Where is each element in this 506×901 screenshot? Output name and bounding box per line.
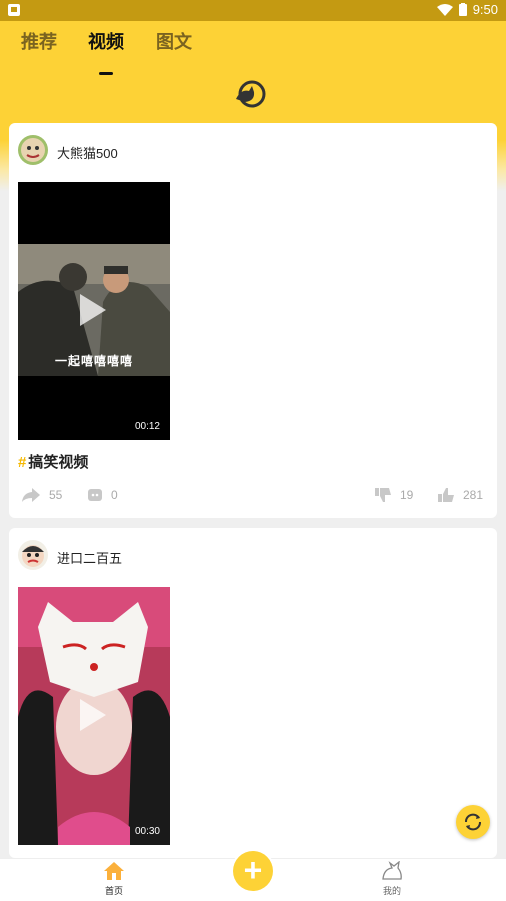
hashtag-label: 搞笑视频 <box>28 454 89 471</box>
avatar[interactable] <box>18 135 48 165</box>
thumbs-down-icon <box>375 488 391 502</box>
home-icon <box>104 862 124 880</box>
video-duration: 00:12 <box>134 421 160 432</box>
dislike-button[interactable]: 19 <box>374 487 413 503</box>
share-count: 55 <box>49 488 63 502</box>
status-time: 9:50 <box>472 2 498 17</box>
status-bar: 9:50 <box>0 0 506 21</box>
comment-button[interactable]: 0 <box>87 487 118 503</box>
notification-icon <box>8 4 20 16</box>
post-card[interactable]: 大熊猫500 一起嘻嘻嘻嘻 00:12 # 搞笑视频 55 0 19 281 <box>9 123 497 518</box>
tab-recommend[interactable]: 推荐 <box>21 28 57 54</box>
tab-image-text[interactable]: 图文 <box>156 28 192 54</box>
nav-profile[interactable]: 我的 <box>362 860 422 897</box>
refresh-icon <box>465 813 481 831</box>
play-icon[interactable] <box>80 699 106 731</box>
cat-logo-icon <box>236 80 266 108</box>
hashtag-icon: # <box>18 454 27 471</box>
video-thumbnail[interactable]: 00:30 <box>18 587 170 845</box>
hashtag-topic[interactable]: # 搞笑视频 <box>18 451 88 472</box>
nav-home-label: 首页 <box>104 886 123 896</box>
play-icon[interactable] <box>80 294 106 326</box>
video-caption: 一起嘻嘻嘻嘻 <box>54 354 133 368</box>
username[interactable]: 进口二百五 <box>57 548 122 567</box>
create-post-button[interactable]: + <box>231 849 275 893</box>
active-tab-indicator <box>99 72 113 75</box>
nav-home[interactable]: 首页 <box>84 861 144 897</box>
like-button[interactable]: 281 <box>437 487 483 503</box>
share-icon <box>22 488 40 502</box>
avatar[interactable] <box>18 540 48 570</box>
video-thumbnail[interactable]: 一起嘻嘻嘻嘻 00:12 <box>18 182 170 440</box>
plus-icon: + <box>233 851 273 891</box>
comment-count: 0 <box>111 488 118 502</box>
battery-icon <box>458 3 467 16</box>
post-card[interactable]: 进口二百五 00:30 <box>9 528 497 858</box>
comment-icon <box>88 489 102 501</box>
tab-video[interactable]: 视频 <box>88 28 124 54</box>
post-actions: 55 0 19 281 <box>9 487 497 507</box>
wifi-icon <box>436 3 453 16</box>
nav-profile-label: 我的 <box>382 886 401 896</box>
like-count: 281 <box>463 488 484 502</box>
video-duration: 00:30 <box>134 826 160 837</box>
refresh-button[interactable] <box>456 805 490 839</box>
share-button[interactable]: 55 <box>21 487 62 503</box>
dislike-count: 19 <box>400 488 414 502</box>
profile-icon <box>382 860 402 880</box>
thumbs-up-icon <box>438 488 454 502</box>
username[interactable]: 大熊猫500 <box>57 143 118 162</box>
